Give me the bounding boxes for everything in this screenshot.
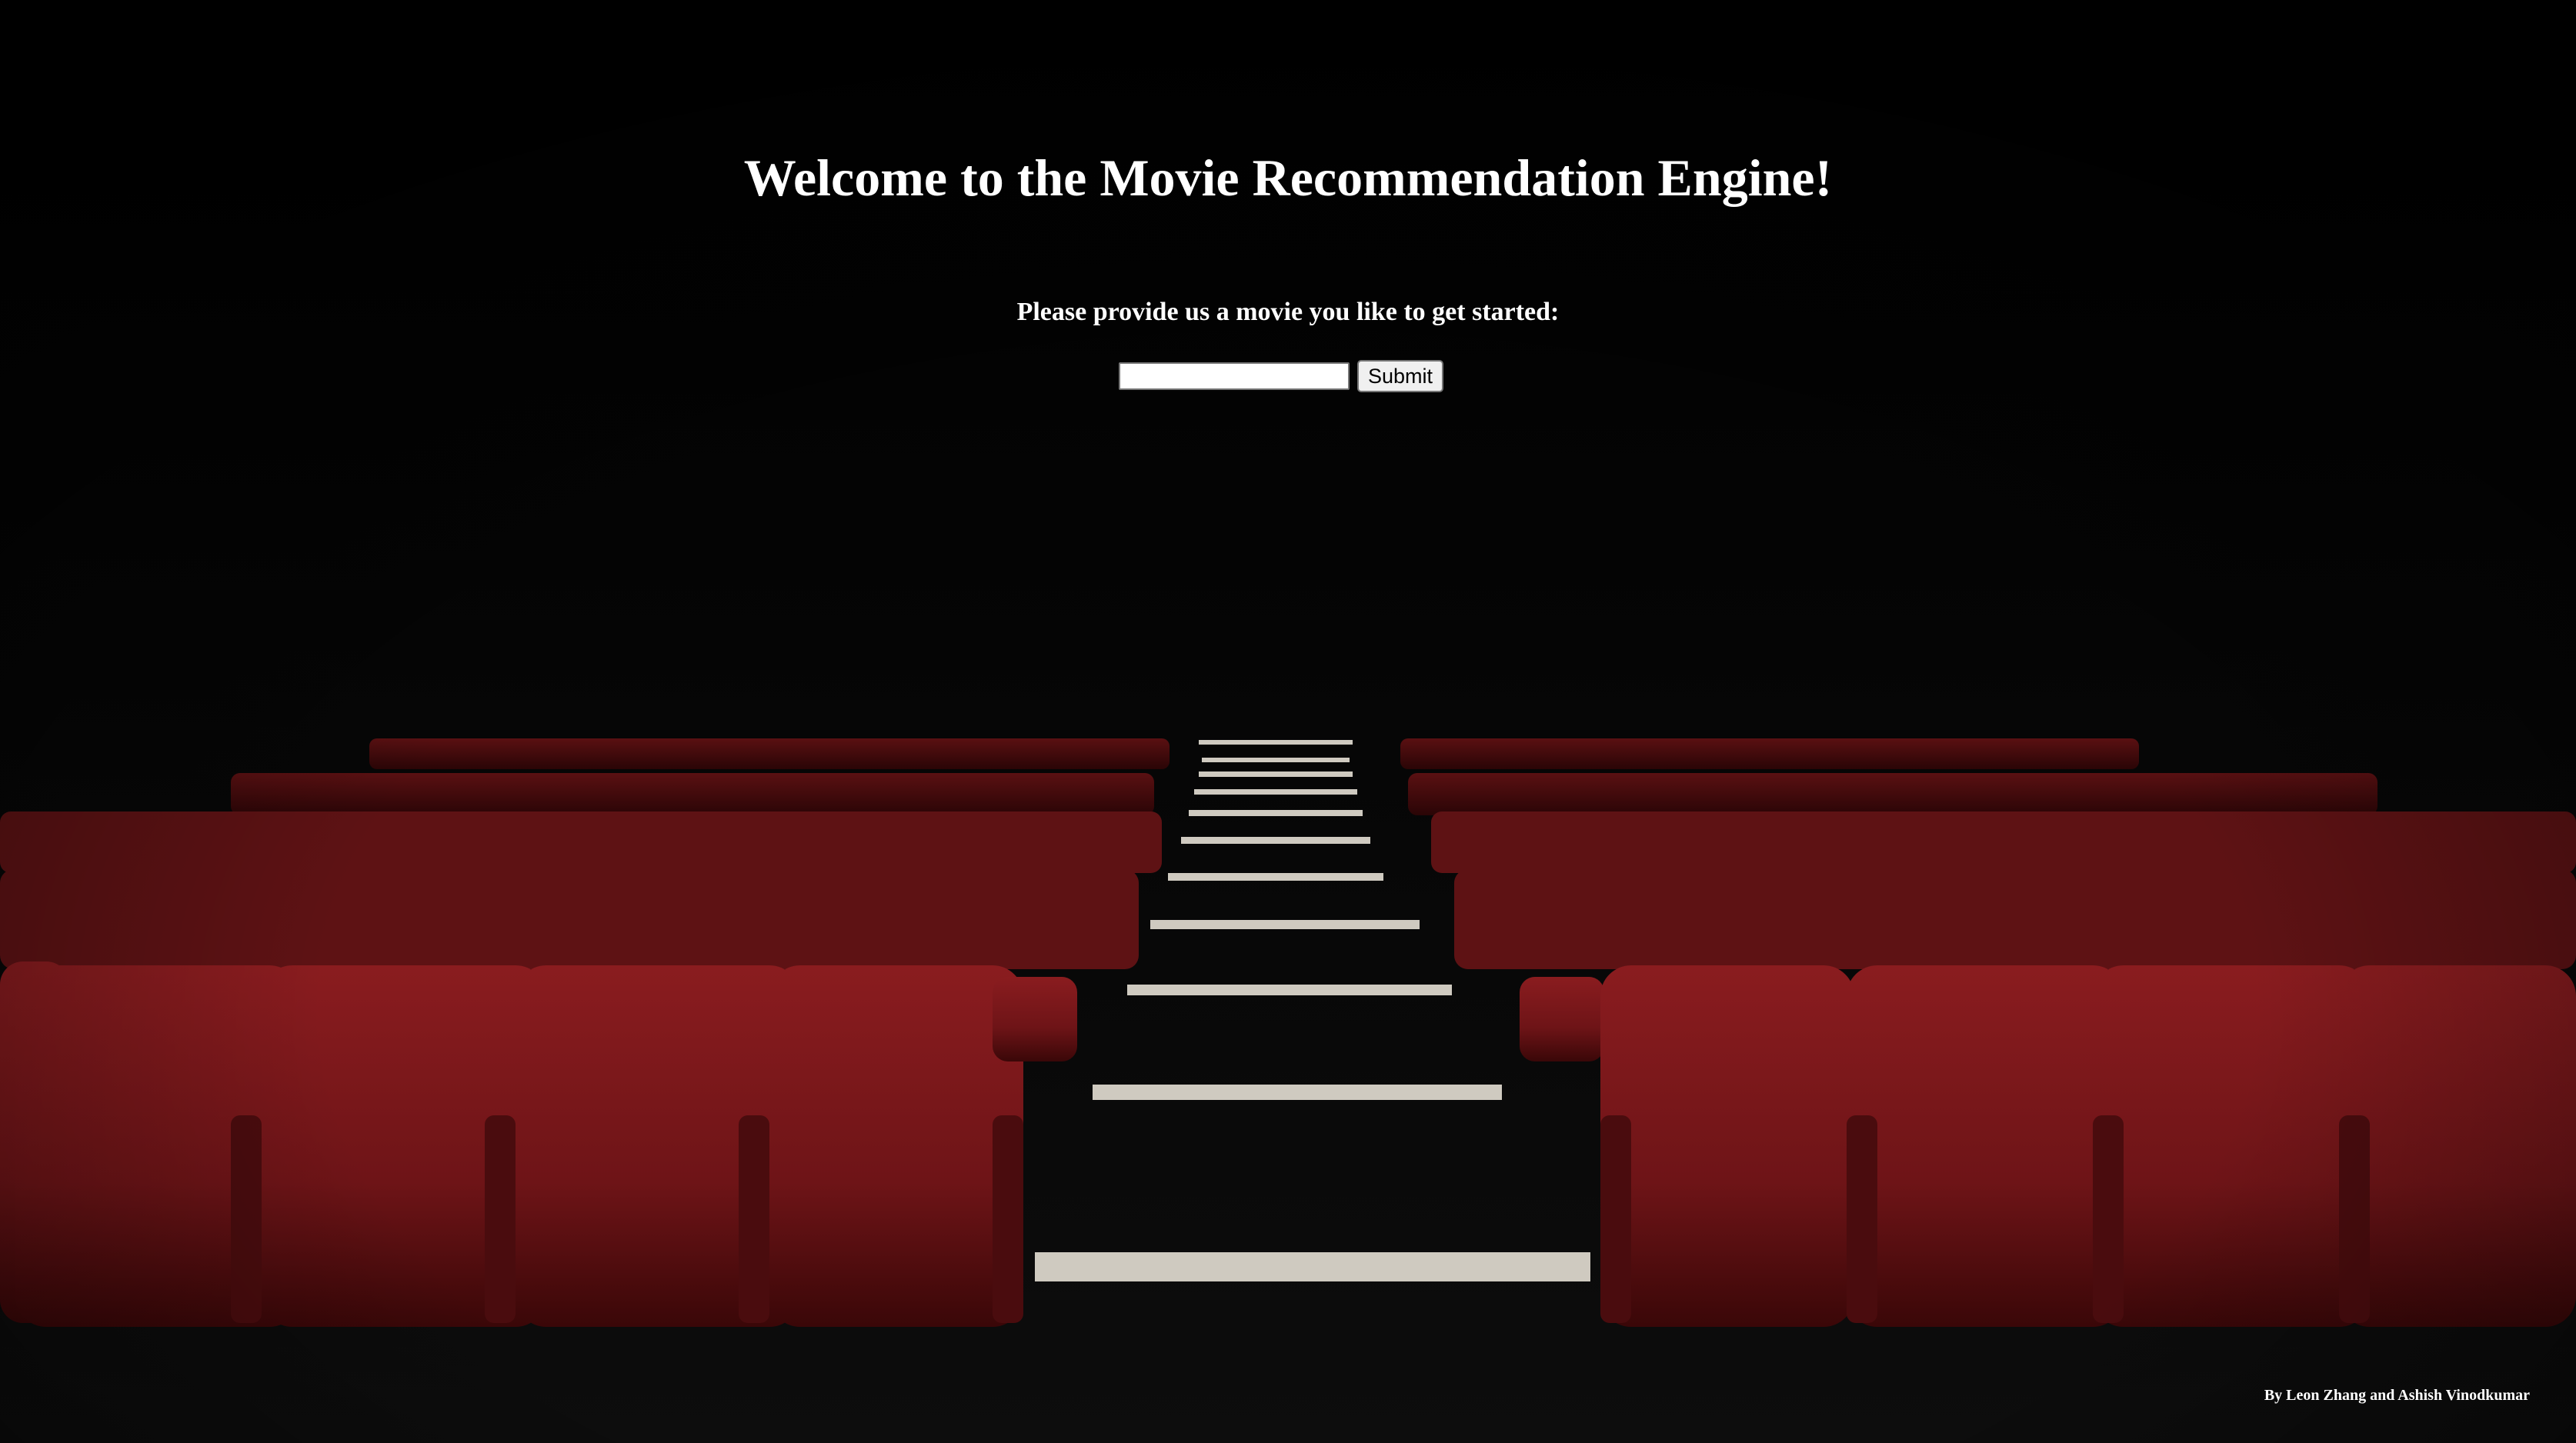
theater-background-image bbox=[0, 0, 2576, 1443]
movie-input[interactable] bbox=[1119, 362, 1350, 390]
submit-button[interactable]: Submit bbox=[1357, 360, 1444, 392]
credits-footer: By Leon Zhang and Ashish Vinodkumar bbox=[2264, 1387, 2530, 1404]
page-title: Welcome to the Movie Recommendation Engi… bbox=[743, 148, 1833, 207]
movie-prompt-label: Please provide us a movie you like to ge… bbox=[1016, 298, 1560, 326]
movie-form: Submit bbox=[1119, 360, 1444, 392]
